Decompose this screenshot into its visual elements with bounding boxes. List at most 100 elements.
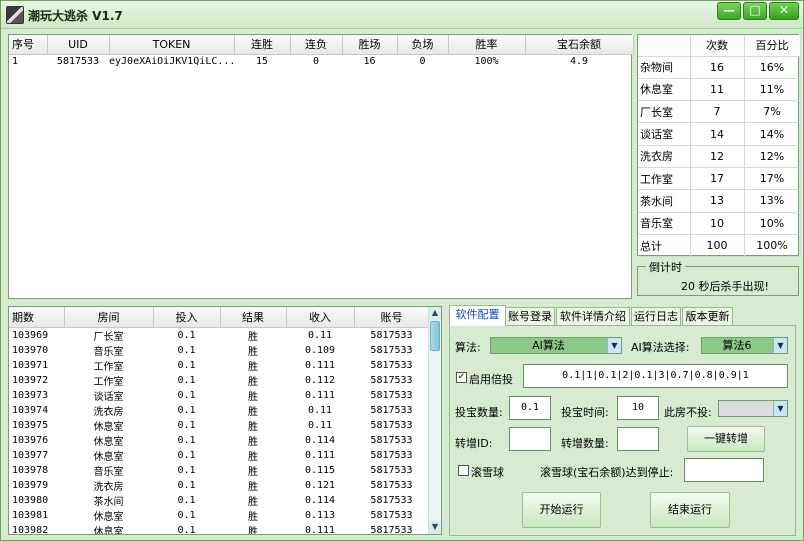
history-cell: 0.115 xyxy=(304,464,336,476)
ai-algorithm-select[interactable]: 算法6 ▼ xyxy=(701,337,788,354)
history-cell: 5817533 xyxy=(370,509,413,521)
history-cell: 休息室 xyxy=(93,421,124,433)
ai-choice-label: AI算法选择: xyxy=(631,341,690,354)
history-cell: 胜 xyxy=(248,376,258,388)
history-cell: 0.114 xyxy=(304,434,336,446)
history-cell: 5817533 xyxy=(370,359,413,371)
table-row[interactable]: 103979 洗衣房 0.1 胜 0.121 5817533 xyxy=(9,478,429,493)
stats-cell: 洗衣房 xyxy=(638,145,691,168)
history-cell: 胜 xyxy=(248,391,258,403)
stats-cell: 11% xyxy=(744,78,801,102)
history-header-cell: 投入 xyxy=(153,307,221,328)
bet-amount-input[interactable]: 0.1 xyxy=(509,396,551,420)
table-row[interactable]: 103970 音乐室 0.1 胜 0.109 5817533 xyxy=(9,343,429,358)
app-icon xyxy=(6,6,24,24)
tab-account-login[interactable]: 账号登录 xyxy=(505,307,555,326)
history-cell: 胜 xyxy=(248,466,258,478)
chevron-down-icon[interactable]: ▼ xyxy=(773,338,787,353)
multiplier-checkbox[interactable]: ✓ xyxy=(456,372,467,383)
stats-cell: 14% xyxy=(744,122,801,146)
history-cell: 胜 xyxy=(248,406,258,418)
table-row[interactable]: 103972 工作室 0.1 胜 0.112 5817533 xyxy=(9,373,429,388)
skip-room-select[interactable]: ▼ xyxy=(718,400,788,417)
tab-software-details[interactable]: 软件详情介绍 xyxy=(556,307,630,326)
bet-time-input[interactable]: 10 xyxy=(617,396,659,420)
snowball-label: 滚雪球 xyxy=(471,466,504,479)
chevron-down-icon[interactable]: ▼ xyxy=(773,401,787,416)
account-cell: 100% xyxy=(474,55,499,67)
snowball-checkbox[interactable] xyxy=(458,465,469,476)
stats-cell: 14 xyxy=(690,122,745,146)
table-row[interactable]: 103969 厂长室 0.1 胜 0.11 5817533 xyxy=(9,327,429,343)
history-cell: 0.1 xyxy=(177,359,196,371)
account-cell: 16 xyxy=(363,55,376,67)
table-row[interactable]: 103973 谈话室 0.1 胜 0.111 5817533 xyxy=(9,388,429,403)
account-header-cell: 负场 xyxy=(397,35,449,55)
stats-cell: 17 xyxy=(690,167,745,191)
minimize-button[interactable]: — xyxy=(717,2,741,20)
table-row[interactable]: 103978 音乐室 0.1 胜 0.115 5817533 xyxy=(9,463,429,478)
history-cell: 5817533 xyxy=(370,494,413,506)
history-cell: 0.1 xyxy=(177,419,196,431)
stats-cell: 音乐室 xyxy=(638,212,691,235)
algorithm-select[interactable]: AI算法 ▼ xyxy=(490,337,622,354)
start-button[interactable]: 开始运行 xyxy=(522,492,601,528)
table-row[interactable]: 103982 休息室 0.1 胜 0.111 5817533 xyxy=(9,523,429,535)
history-cell: 103977 xyxy=(12,449,49,461)
transfer-button[interactable]: 一键转增 xyxy=(687,426,765,452)
transfer-id-input[interactable] xyxy=(509,427,551,451)
skip-room-label: 此房不投: xyxy=(664,406,712,419)
chevron-down-icon[interactable]: ▼ xyxy=(607,338,621,353)
account-header-cell: 宝石余额 xyxy=(525,35,634,55)
history-cell: 胜 xyxy=(248,481,258,493)
tab-run-log[interactable]: 运行日志 xyxy=(631,307,681,326)
history-cell: 103974 xyxy=(12,404,49,416)
transfer-id-label: 转增ID: xyxy=(455,437,493,450)
history-cell: 0.112 xyxy=(304,374,336,386)
snowball-stop-input[interactable] xyxy=(684,458,764,482)
history-cell: 0.1 xyxy=(177,389,196,401)
account-header-cell: 胜场 xyxy=(342,35,398,55)
tab-version-update[interactable]: 版本更新 xyxy=(682,307,733,326)
stats-row: 杂物间 16 16% xyxy=(638,56,801,79)
history-cell: 胜 xyxy=(248,496,258,508)
maximize-button[interactable]: □ xyxy=(743,2,767,20)
history-cell: 103969 xyxy=(12,329,49,341)
table-row[interactable]: 103980 茶水间 0.1 胜 0.114 5817533 xyxy=(9,493,429,508)
scroll-up-arrow-icon[interactable]: ▲ xyxy=(429,307,441,320)
account-cell: 0 xyxy=(419,55,426,67)
history-scrollbar[interactable]: ▲ ▼ xyxy=(428,307,441,534)
account-grid[interactable]: 序号 UID TOKEN 连胜 连负 胜场 负场 胜率 宝石余额 1 5817533 eyJ0eXA… xyxy=(8,34,634,299)
table-row[interactable]: 103974 洗衣房 0.1 胜 0.11 5817533 xyxy=(9,403,429,418)
table-row[interactable]: 103971 工作室 0.1 胜 0.111 5817533 xyxy=(9,358,429,373)
title-bar[interactable]: 潮玩大逃杀 V1.7 — □ ✕ xyxy=(1,1,803,29)
scroll-thumb[interactable] xyxy=(430,321,440,351)
stats-row: 工作室 17 17% xyxy=(638,167,801,191)
multiplier-sequence-input[interactable]: 0.1|1|0.1|2|0.1|3|0.7|0.8|0.9|1 xyxy=(523,364,788,388)
table-row[interactable]: 103976 休息室 0.1 胜 0.114 5817533 xyxy=(9,433,429,448)
table-row[interactable]: 103977 休息室 0.1 胜 0.111 5817533 xyxy=(9,448,429,463)
stats-cell: 11 xyxy=(690,78,745,102)
table-row[interactable]: 103981 休息室 0.1 胜 0.113 5817533 xyxy=(9,508,429,523)
history-grid[interactable]: 期数 房间 投入 结果 收入 账号 103969 厂长室 0.1 胜 0.11 5817533 103… xyxy=(8,306,442,535)
stats-header-cell: 百分比 xyxy=(744,35,801,57)
tab-software-config[interactable]: 软件配置 xyxy=(449,305,506,326)
transfer-amount-input[interactable] xyxy=(617,427,659,451)
stop-button[interactable]: 结束运行 xyxy=(650,492,730,528)
history-cell: 胜 xyxy=(248,331,258,343)
history-cell: 胜 xyxy=(248,451,258,463)
history-cell: 103978 xyxy=(12,464,49,476)
history-cell: 休息室 xyxy=(93,526,124,535)
history-cell: 0.11 xyxy=(307,329,333,341)
account-cell: 4.9 xyxy=(569,55,589,67)
stats-cell: 13 xyxy=(690,189,745,213)
table-row[interactable]: 1 5817533 eyJ0eXAiOiJKV1QiLC... 15 0 16 0 100% 4… xyxy=(9,54,633,68)
countdown-message: 20 秒后杀手出现! xyxy=(681,280,769,293)
history-cell: 5817533 xyxy=(370,479,413,491)
stats-cell: 杂物间 xyxy=(638,56,691,79)
close-button[interactable]: ✕ xyxy=(769,2,799,20)
scroll-down-arrow-icon[interactable]: ▼ xyxy=(429,521,441,534)
history-cell: 0.113 xyxy=(304,509,336,521)
table-row[interactable]: 103975 休息室 0.1 胜 0.11 5817533 xyxy=(9,418,429,433)
history-cell: 0.109 xyxy=(304,344,336,356)
